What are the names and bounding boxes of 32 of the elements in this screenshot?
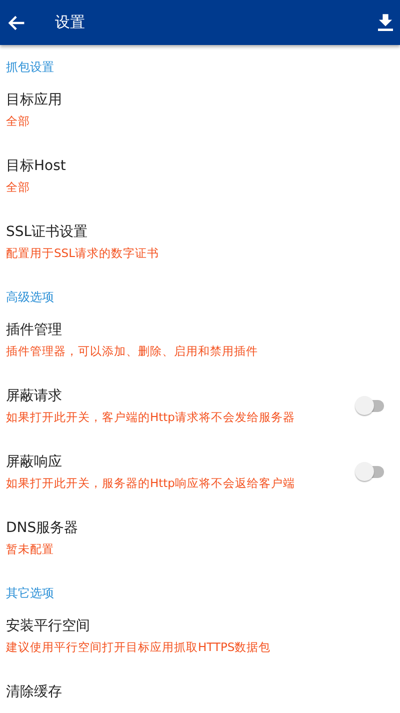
settings-item[interactable]: SSL证书设置 配置用于SSL请求的数字证书 xyxy=(0,209,400,275)
item-title: 屏蔽响应 xyxy=(6,453,63,472)
section-header: 其它选项 xyxy=(5,585,55,602)
back-arrow-icon[interactable] xyxy=(8,14,26,32)
settings-item[interactable]: 插件管理 插件管理器，可以添加、删除、启用和禁用插件 xyxy=(0,307,400,373)
item-summary: 插件管理器，可以添加、删除、启用和禁用插件 xyxy=(6,343,259,360)
section-header: 高级选项 xyxy=(5,289,55,306)
item-summary: 如果打开此开关，服务器的Http响应将不会返给客户端 xyxy=(6,475,296,492)
item-title: 插件管理 xyxy=(6,321,63,340)
download-icon[interactable] xyxy=(378,14,393,31)
item-summary: 建议使用平行空间打开目标应用抓取HTTPS数据包 xyxy=(6,639,272,656)
item-title: DNS服务器 xyxy=(6,519,80,538)
item-title: 目标Host xyxy=(6,157,67,176)
item-title: SSL证书设置 xyxy=(6,223,89,242)
settings-item[interactable]: 目标Host 全部 xyxy=(0,143,400,209)
item-title: 安装平行空间 xyxy=(6,617,91,636)
section-header: 抓包设置 xyxy=(5,59,55,76)
settings-item[interactable]: DNS服务器 暂未配置 xyxy=(0,505,400,571)
settings-item[interactable]: 目标应用 全部 xyxy=(0,77,400,143)
item-summary: 暂未配置 xyxy=(6,541,55,558)
item-title: 屏蔽请求 xyxy=(6,387,63,406)
settings-item[interactable]: 清除缓存 xyxy=(0,669,400,713)
settings-item[interactable]: 安装平行空间 建议使用平行空间打开目标应用抓取HTTPS数据包 xyxy=(0,603,400,669)
item-summary: 配置用于SSL请求的数字证书 xyxy=(6,245,160,262)
item-summary: 如果打开此开关，客户端的Http请求将不会发给服务器 xyxy=(6,409,296,426)
settings-item[interactable]: 屏蔽请求 如果打开此开关，客户端的Http请求将不会发给服务器 xyxy=(0,373,400,439)
item-summary: 全部 xyxy=(6,179,31,196)
item-title: 清除缓存 xyxy=(6,683,63,702)
item-summary: 全部 xyxy=(6,113,31,130)
screen-title: 设置 xyxy=(55,13,86,32)
settings-item[interactable]: 屏蔽响应 如果打开此开关，服务器的Http响应将不会返给客户端 xyxy=(0,439,400,505)
item-title: 目标应用 xyxy=(6,91,63,110)
